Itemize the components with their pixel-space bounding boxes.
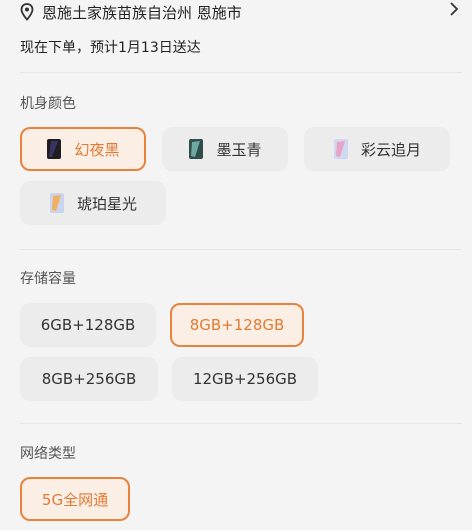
- address-row[interactable]: 恩施土家族苗族自治州 恩施市: [20, 0, 460, 24]
- storage-option-label: 6GB+128GB: [40, 316, 136, 334]
- network-option-5g[interactable]: 5G全网通: [20, 477, 130, 521]
- color-option-green[interactable]: 墨玉青: [162, 127, 288, 171]
- chevron-right-icon[interactable]: [448, 0, 460, 18]
- color-option-amber[interactable]: 琥珀星光: [20, 181, 166, 225]
- storage-option-12-256[interactable]: 12GB+256GB: [172, 357, 318, 401]
- color-option-cloud[interactable]: 彩云追月: [304, 127, 450, 171]
- color-option-label: 彩云追月: [360, 140, 421, 159]
- storage-option-label: 8GB+128GB: [189, 316, 285, 334]
- color-option-label: 幻夜黑: [74, 140, 120, 159]
- product-options-panel: 恩施土家族苗族自治州 恩施市 现在下单，预计1月13日送达 机身颜色 幻夜黑 墨…: [0, 0, 472, 530]
- location-pin-icon: [20, 3, 34, 21]
- color-section-title: 机身颜色: [20, 96, 76, 112]
- divider: [20, 72, 462, 73]
- phone-amber-icon: [49, 192, 65, 214]
- color-option-black[interactable]: 幻夜黑: [20, 127, 146, 171]
- storage-option-label: 8GB+256GB: [41, 370, 137, 388]
- phone-black-icon: [46, 138, 62, 160]
- color-option-label: 琥珀星光: [76, 194, 137, 213]
- storage-option-8-256[interactable]: 8GB+256GB: [20, 357, 158, 401]
- color-option-label: 墨玉青: [216, 140, 262, 159]
- storage-section-title: 存储容量: [20, 271, 76, 287]
- storage-option-8-128[interactable]: 8GB+128GB: [170, 303, 304, 347]
- network-section-title: 网络类型: [20, 446, 76, 462]
- network-option-label: 5G全网通: [41, 490, 109, 509]
- divider: [20, 249, 462, 250]
- delivery-estimate: 现在下单，预计1月13日送达: [20, 40, 201, 56]
- storage-option-6-128[interactable]: 6GB+128GB: [20, 303, 156, 347]
- address-text: 恩施土家族苗族自治州 恩施市: [42, 3, 242, 22]
- phone-green-icon: [188, 138, 204, 160]
- divider: [20, 423, 462, 424]
- storage-option-label: 12GB+256GB: [192, 370, 298, 388]
- phone-cloud-icon: [333, 138, 349, 160]
